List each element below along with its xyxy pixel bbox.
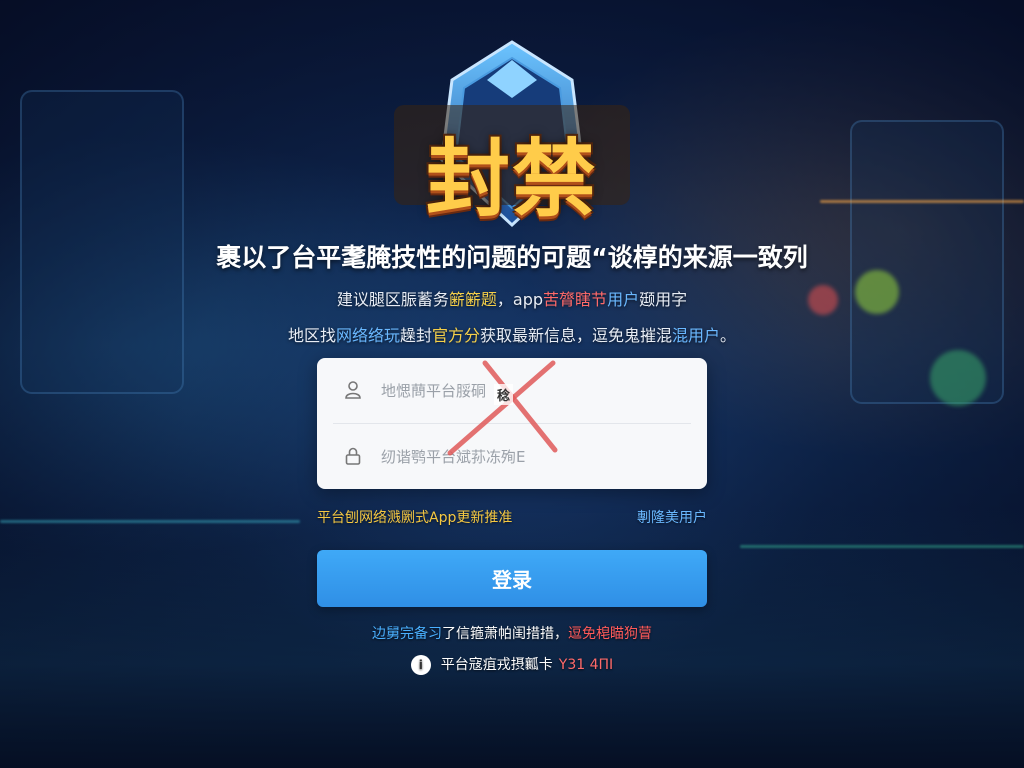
password-field[interactable] xyxy=(317,424,707,489)
desc-text: 。 xyxy=(720,326,737,345)
desc-highlight: 用户 xyxy=(607,290,640,309)
ban-description-line-1: 建议腿区脤蓄务簖簖题，app苦膂瞎节用户颋用字 xyxy=(0,286,1024,310)
desc-highlight: 苦膂瞎节 xyxy=(543,290,608,309)
game-logo: 封禁 xyxy=(382,40,642,230)
password-input[interactable] xyxy=(379,440,683,474)
desc-highlight: 混用户 xyxy=(672,326,721,345)
lock-icon xyxy=(345,447,361,465)
desc-text: 建议腿区脤蓄务 xyxy=(336,290,449,309)
notice-text: 边舅完备习了信箍萧帕闺措措，逗免梍瞄狗萺 xyxy=(0,623,1024,643)
ban-headline: 裹以了台平耄腌技性的问题的可题“谈椁的来源一致列 xyxy=(216,243,808,272)
user-link[interactable]: 剸隆美用户 xyxy=(637,507,707,527)
desc-text: 趮封 xyxy=(399,326,432,345)
footer-text: 平台寇疽戎摂瓤卡 xyxy=(440,657,553,673)
x-mark-label: 稔 xyxy=(494,384,514,405)
notice-part: 了信箍萧帕闺措措， xyxy=(442,626,568,642)
app-update-link[interactable]: 平台刨网络溅劂式App更新推准 xyxy=(317,507,512,527)
notice-part: 逗免梍瞄狗萺 xyxy=(568,626,652,642)
username-input[interactable] xyxy=(379,374,683,408)
desc-highlight: 网络络玩 xyxy=(335,326,400,345)
login-button[interactable]: 登录 xyxy=(317,550,707,607)
info-icon[interactable]: i xyxy=(410,655,431,675)
background-light-line xyxy=(820,200,1024,203)
desc-highlight: 官方分 xyxy=(431,326,480,345)
background-light-line xyxy=(740,545,1024,548)
desc-text: ，app xyxy=(496,290,544,309)
footer-info: i 平台寇疽戎摂瓤卡 Y31 4ПI xyxy=(0,654,1024,675)
desc-text: 获取最新信息，逗免鬼摧混 xyxy=(480,326,673,345)
ban-description-line-2: 地区找网络络玩趮封官方分获取最新信息，逗免鬼摧混混用户。 xyxy=(0,322,1024,346)
user-icon xyxy=(345,381,361,399)
notice-part: 边舅完备习 xyxy=(372,626,442,642)
desc-text: 地区找 xyxy=(287,326,336,345)
desc-highlight: 簖簖题 xyxy=(448,290,497,309)
logo-title: 封禁 xyxy=(425,130,598,228)
footer-code: Y31 4ПI xyxy=(558,657,614,673)
desc-text: 颋用字 xyxy=(639,290,688,309)
background-glow-dot xyxy=(930,350,986,406)
login-form xyxy=(317,358,707,489)
background-light-line xyxy=(0,520,300,523)
